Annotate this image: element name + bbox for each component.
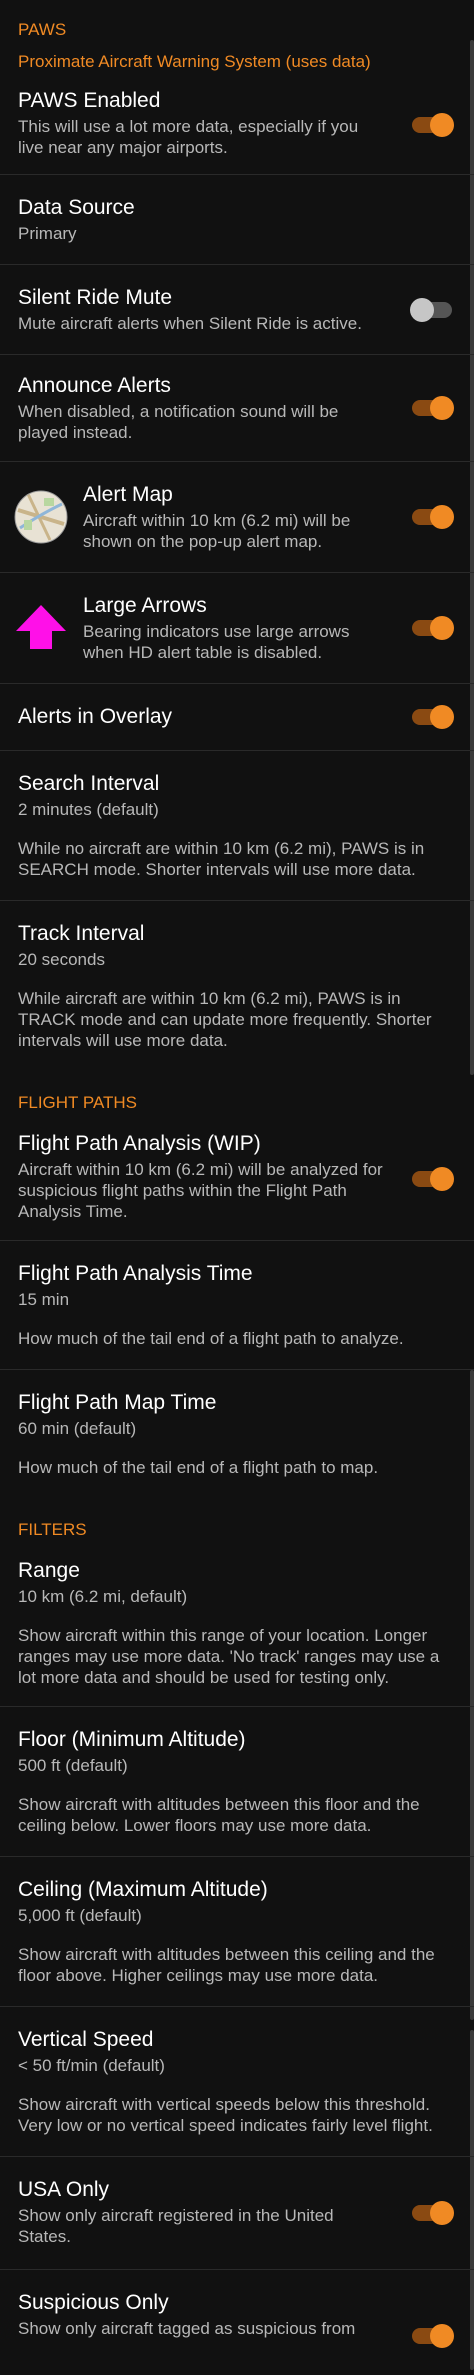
paws-enabled-toggle[interactable]	[412, 113, 454, 137]
large-arrows-row[interactable]: Large Arrows Bearing indicators use larg…	[0, 573, 474, 684]
data-source-value: Primary	[18, 224, 77, 243]
floor-row[interactable]: Floor (Minimum Altitude) 500 ft (default…	[0, 1707, 474, 1857]
silent-ride-desc: Mute aircraft alerts when Silent Ride is…	[18, 314, 362, 333]
range-desc: Show aircraft within this range of your …	[18, 1626, 440, 1687]
large-arrows-toggle[interactable]	[412, 616, 454, 640]
vertical-speed-desc: Show aircraft with vertical speeds below…	[18, 2095, 433, 2135]
silent-ride-row[interactable]: Silent Ride Mute Mute aircraft alerts wh…	[0, 265, 474, 355]
data-source-row[interactable]: Data Source Primary	[0, 175, 474, 265]
search-interval-desc: While no aircraft are within 10 km (6.2 …	[18, 839, 425, 879]
flight-path-analysis-desc: Aircraft within 10 km (6.2 mi) will be a…	[18, 1160, 383, 1221]
paws-enabled-title: PAWS Enabled	[18, 89, 161, 112]
announce-alerts-toggle[interactable]	[412, 396, 454, 420]
flight-path-analysis-time-row[interactable]: Flight Path Analysis Time 15 min How muc…	[0, 1241, 474, 1370]
range-value: 10 km (6.2 mi, default)	[18, 1587, 188, 1606]
flight-path-analysis-title: Flight Path Analysis (WIP)	[18, 1132, 261, 1155]
floor-title: Floor (Minimum Altitude)	[18, 1728, 246, 1751]
section-header-paws: PAWS	[18, 20, 67, 39]
flight-path-analysis-time-desc: How much of the tail end of a flight pat…	[18, 1329, 404, 1348]
alert-map-toggle[interactable]	[412, 505, 454, 529]
flight-path-map-time-value: 60 min (default)	[18, 1419, 137, 1438]
flight-path-analysis-row[interactable]: Flight Path Analysis (WIP) Aircraft with…	[0, 1117, 474, 1241]
silent-ride-toggle[interactable]	[410, 297, 452, 322]
alert-map-desc: Aircraft within 10 km (6.2 mi) will be s…	[83, 511, 351, 551]
suspicious-only-desc: Show only aircraft tagged as suspicious …	[18, 2319, 356, 2338]
search-interval-value: 2 minutes (default)	[18, 800, 159, 819]
flight-path-analysis-time-value: 15 min	[18, 1290, 70, 1309]
ceiling-title: Ceiling (Maximum Altitude)	[18, 1878, 268, 1901]
announce-alerts-title: Announce Alerts	[18, 374, 171, 397]
data-source-title: Data Source	[18, 196, 135, 219]
track-interval-title: Track Interval	[18, 922, 145, 945]
floor-value: 500 ft (default)	[18, 1756, 128, 1775]
paws-enabled-row[interactable]: PAWS Enabled This will use a lot more da…	[0, 76, 474, 175]
suspicious-only-toggle[interactable]	[412, 2324, 454, 2348]
vertical-speed-row[interactable]: Vertical Speed < 50 ft/min (default) Sho…	[0, 2007, 474, 2157]
search-interval-title: Search Interval	[18, 772, 160, 795]
range-row[interactable]: Range 10 km (6.2 mi, default) Show aircr…	[0, 1544, 474, 1707]
paws-enabled-desc: This will use a lot more data, especiall…	[18, 117, 359, 157]
section-header-flight-paths: FLIGHT PATHS	[18, 1093, 138, 1112]
announce-alerts-row[interactable]: Announce Alerts When disabled, a notific…	[0, 355, 474, 462]
flight-path-map-time-title: Flight Path Map Time	[18, 1391, 217, 1414]
range-title: Range	[18, 1559, 80, 1582]
suspicious-only-row[interactable]: Suspicious Only Show only aircraft tagge…	[0, 2270, 474, 2359]
alert-map-title: Alert Map	[83, 483, 173, 506]
track-interval-desc: While aircraft are within 10 km (6.2 mi)…	[18, 989, 432, 1050]
flight-path-analysis-toggle[interactable]	[412, 1166, 454, 1191]
vertical-speed-title: Vertical Speed	[18, 2028, 154, 2051]
ceiling-desc: Show aircraft with altitudes between thi…	[18, 1945, 435, 1985]
announce-alerts-desc: When disabled, a notification sound will…	[18, 402, 339, 442]
large-arrows-title: Large Arrows	[83, 594, 207, 617]
paws-subtitle: Proximate Aircraft Warning System (uses …	[18, 52, 371, 71]
usa-only-title: USA Only	[18, 2178, 110, 2201]
floor-desc: Show aircraft with altitudes between thi…	[18, 1795, 420, 1835]
alerts-overlay-toggle[interactable]	[412, 705, 454, 729]
alerts-overlay-row[interactable]: Alerts in Overlay	[0, 684, 474, 751]
track-interval-row[interactable]: Track Interval 20 seconds While aircraft…	[0, 901, 474, 1071]
usa-only-toggle[interactable]	[412, 2201, 454, 2225]
alerts-overlay-title: Alerts in Overlay	[18, 705, 173, 728]
usa-only-row[interactable]: USA Only Show only aircraft registered i…	[0, 2157, 474, 2270]
vertical-speed-value: < 50 ft/min (default)	[18, 2056, 165, 2075]
track-interval-value: 20 seconds	[18, 950, 105, 969]
section-header-filters: FILTERS	[18, 1520, 87, 1539]
silent-ride-title: Silent Ride Mute	[18, 286, 173, 309]
up-arrow-icon	[16, 605, 66, 649]
ceiling-row[interactable]: Ceiling (Maximum Altitude) 5,000 ft (def…	[0, 1857, 474, 2007]
suspicious-only-title: Suspicious Only	[18, 2291, 169, 2314]
usa-only-desc: Show only aircraft registered in the Uni…	[18, 2206, 334, 2246]
alert-map-row[interactable]: Alert Map Aircraft within 10 km (6.2 mi)…	[0, 462, 474, 573]
settings-list: PAWS Proximate Aircraft Warning System (…	[0, 0, 474, 2359]
large-arrows-desc: Bearing indicators use large arrows when…	[83, 622, 350, 662]
flight-path-map-time-row[interactable]: Flight Path Map Time 60 min (default) Ho…	[0, 1370, 474, 1498]
flight-path-map-time-desc: How much of the tail end of a flight pat…	[18, 1458, 379, 1477]
ceiling-value: 5,000 ft (default)	[18, 1906, 142, 1925]
search-interval-row[interactable]: Search Interval 2 minutes (default) Whil…	[0, 751, 474, 901]
map-icon	[14, 490, 68, 544]
flight-path-analysis-time-title: Flight Path Analysis Time	[18, 1262, 253, 1285]
